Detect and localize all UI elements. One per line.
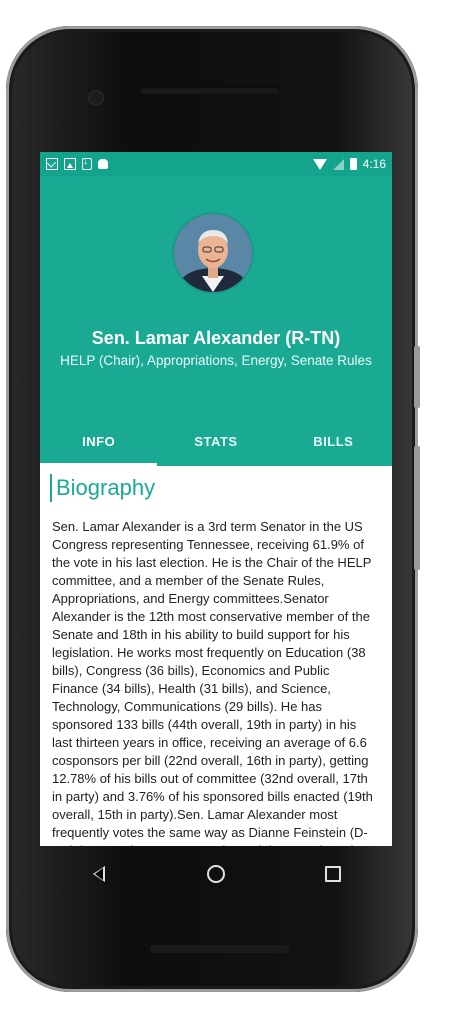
- download-icon: [82, 156, 92, 170]
- committee-list: HELP (Chair), Appropriations, Energy, Se…: [60, 353, 372, 368]
- status-bar: 4:16: [40, 152, 392, 176]
- status-time: 4:16: [362, 157, 386, 171]
- android-icon: [98, 159, 108, 169]
- screen: 4:16 Sen. Lamar Alexander (R-TN) HELP (: [40, 152, 392, 846]
- no-signal-icon: [332, 158, 344, 170]
- back-button[interactable]: [84, 859, 114, 889]
- device-frame: 4:16 Sen. Lamar Alexander (R-TN) HELP (: [0, 0, 452, 1026]
- bio-content: Biography Sen. Lamar Alexander is a 3rd …: [40, 474, 392, 846]
- tab-info[interactable]: INFO: [40, 416, 158, 466]
- navigation-bar: [40, 846, 392, 902]
- power-button: [414, 346, 420, 408]
- tab-stats[interactable]: STATS: [157, 416, 274, 466]
- volume-button: [414, 446, 420, 570]
- senator-name: Sen. Lamar Alexander (R-TN): [91, 328, 341, 348]
- tab-bills[interactable]: BILLS: [275, 416, 392, 466]
- gmail-icon: [46, 158, 58, 170]
- tab-bar: INFO STATS BILLS: [40, 416, 392, 466]
- wifi-icon: [312, 158, 327, 170]
- image-icon: [64, 158, 76, 170]
- front-camera: [90, 92, 102, 104]
- back-icon: [92, 866, 105, 882]
- recents-icon: [325, 866, 342, 882]
- battery-icon: [349, 158, 357, 170]
- biography-heading: Biography: [50, 474, 392, 502]
- avatar: [174, 214, 252, 292]
- bottom-speaker: [150, 945, 290, 953]
- profile-header: Sen. Lamar Alexander (R-TN) HELP (Chair)…: [40, 176, 392, 466]
- home-button[interactable]: [201, 859, 231, 889]
- senator-portrait: [174, 214, 252, 292]
- biography-text: Sen. Lamar Alexander is a 3rd term Senat…: [52, 519, 373, 846]
- home-icon: [206, 865, 225, 883]
- earpiece-speaker: [140, 86, 280, 94]
- recents-button[interactable]: [318, 859, 348, 889]
